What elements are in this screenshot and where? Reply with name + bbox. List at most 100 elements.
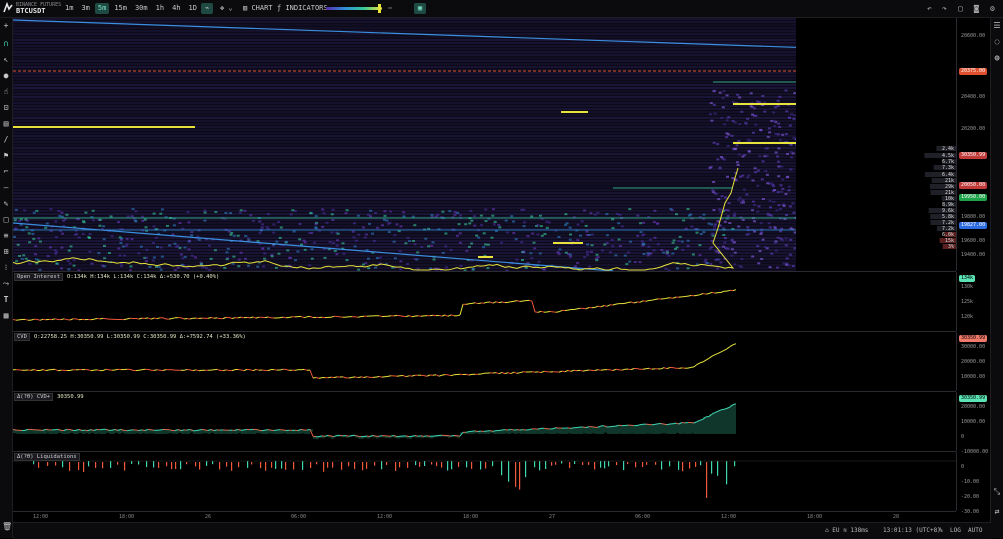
series-segment <box>733 344 736 345</box>
series-segment <box>190 370 193 371</box>
crosshair-icon[interactable]: ✥ ⌄ <box>220 3 233 14</box>
heat-cell <box>44 227 47 229</box>
heat-cell <box>601 250 604 252</box>
crosshair-tool-icon[interactable]: + <box>2 22 10 30</box>
timeframe-4h[interactable]: 4h <box>169 3 183 14</box>
liquidations-pane[interactable] <box>13 452 956 512</box>
heat-cell <box>757 262 760 264</box>
shuffle-icon[interactable]: ⇄ <box>993 508 1001 516</box>
liquidations-axis[interactable]: 0-10.00-20.00-30.00 <box>956 452 990 511</box>
delta-cvd-title[interactable]: Δ(?θ) CVD+ <box>14 393 53 401</box>
series-segment <box>502 302 505 303</box>
camera-icon[interactable]: ◙ <box>974 3 979 14</box>
heat-cell <box>713 90 716 92</box>
timeframe-15m[interactable]: 15m <box>111 3 130 14</box>
timeframe-1D[interactable]: 1D <box>186 3 200 14</box>
heat-cell <box>480 224 483 226</box>
list-icon[interactable]: ☰ <box>993 22 1001 30</box>
time-tick: 12:00 <box>33 514 48 520</box>
series-segment <box>256 370 259 371</box>
symbol-selector[interactable]: BINANCE FUTURES BTCUSDT <box>16 2 61 14</box>
series-segment <box>493 302 496 304</box>
heat-cell <box>28 263 31 265</box>
heat-cell <box>736 94 739 96</box>
lock-tool-icon[interactable]: ⊡ <box>2 104 10 112</box>
horizontal-line-tool-icon[interactable]: — <box>2 184 10 192</box>
heatmap-pane[interactable] <box>13 18 956 272</box>
cvd-title[interactable]: CVD <box>14 333 30 341</box>
heat-cell <box>475 235 478 237</box>
cvd-axis[interactable]: 30000.0020000.0010000.0030350.99 <box>956 332 990 391</box>
heat-cell <box>290 213 293 215</box>
expand-icon[interactable]: ⇔ <box>388 3 392 14</box>
series-segment <box>697 295 700 296</box>
heat-cell <box>505 220 508 222</box>
table-tool-icon[interactable]: ▦ <box>2 312 10 320</box>
series-segment <box>388 316 391 317</box>
timeframe-1m[interactable]: 1m <box>62 3 76 14</box>
trendline-tool-icon[interactable]: / <box>2 136 10 144</box>
slider-knob[interactable] <box>378 4 381 13</box>
hand-tool-icon[interactable]: ☝ <box>2 88 10 96</box>
heat-cell <box>459 214 462 216</box>
redo-icon[interactable]: ↷ <box>942 3 947 14</box>
pin-icon[interactable]: ◍ <box>993 54 1001 62</box>
fib-tool-icon[interactable]: ≡ <box>2 232 10 240</box>
timeframe-5m[interactable]: 5m <box>95 3 109 14</box>
ruler-tool-icon[interactable]: ⌐ <box>2 168 10 176</box>
chat-icon[interactable]: ◌ <box>993 38 1001 46</box>
brush-tool-icon[interactable]: ✎ <box>2 200 10 208</box>
delete-all-icon[interactable]: 🗑 <box>2 523 10 531</box>
open-interest-title[interactable]: Open Interest <box>14 273 63 281</box>
time-axis[interactable]: 12:0018:002606:0012:0018:002706:0012:001… <box>13 512 956 522</box>
heat-cell <box>712 181 715 183</box>
cvd-pane[interactable] <box>13 332 956 392</box>
resize-icon[interactable]: ⤡ <box>993 488 1001 496</box>
undo-icon[interactable]: ↶ <box>927 3 932 14</box>
series-segment <box>721 350 724 352</box>
percent-toggle[interactable]: % <box>939 527 943 534</box>
price-axis[interactable]: 20600.0020400.0020200.0019800.0019600.00… <box>956 18 990 271</box>
series-segment <box>535 312 538 313</box>
area-fill <box>46 429 49 433</box>
layout-icon[interactable]: ▣ <box>414 3 426 14</box>
timeframe-1h[interactable]: 1h <box>153 3 167 14</box>
flag-tool-icon[interactable]: ⚑ <box>2 152 10 160</box>
oi-axis[interactable]: 130k125k120k134k <box>956 272 990 331</box>
series-segment <box>448 315 451 316</box>
liquidation-bar <box>146 461 147 467</box>
chart-button[interactable]: ▥ CHART <box>243 3 273 14</box>
open-interest-pane[interactable] <box>13 272 956 332</box>
chart-mode-icon[interactable]: ⌁ <box>201 3 213 14</box>
delta-cvd-legend: Δ(?θ) CVD+ 30350.99 <box>14 393 84 401</box>
clock-label[interactable]: 13:01:13 (UTC+8) <box>883 527 941 534</box>
log-toggle[interactable]: LOG <box>950 527 961 534</box>
fullscreen-icon[interactable]: ▢ <box>958 3 963 14</box>
auto-toggle[interactable]: AUTO <box>968 527 982 534</box>
liquidations-title[interactable]: Δ(?θ) Liquidations <box>14 453 80 461</box>
series-segment <box>520 301 523 302</box>
heat-cell <box>23 209 26 211</box>
settings-icon[interactable]: ⚙ <box>990 3 995 14</box>
heat-cell <box>262 266 265 268</box>
cursor-tool-icon[interactable]: ↖ <box>2 56 10 64</box>
delta-cvd-pane[interactable] <box>13 392 956 452</box>
series-segment <box>460 304 463 315</box>
liquidation-bar <box>275 461 276 469</box>
heat-cell <box>788 189 791 191</box>
timeframe-3m[interactable]: 3m <box>78 3 92 14</box>
vertical-line-tool-icon[interactable]: ⁝ <box>2 264 10 272</box>
indicators-button[interactable]: ƒ INDICATORS <box>277 3 328 14</box>
text-tool-icon[interactable]: T <box>2 296 10 304</box>
magnet-tool-icon[interactable]: ∩ <box>2 40 10 48</box>
timeframe-30m[interactable]: 30m <box>132 3 151 14</box>
delta-cvd-axis[interactable]: 20000.0010000.000-10000.0030350.99 <box>956 392 990 451</box>
rectangle-tool-icon[interactable]: □ <box>2 216 10 224</box>
trash-tool-icon[interactable]: ▤ <box>2 120 10 128</box>
grid-tool-icon[interactable]: ⊞ <box>2 248 10 256</box>
heatmap-intensity-slider[interactable] <box>326 7 382 10</box>
path-tool-icon[interactable]: ⤳ <box>2 280 10 288</box>
heat-cell <box>203 210 206 212</box>
dot-tool-icon[interactable]: ● <box>2 72 10 80</box>
series-segment <box>571 370 574 371</box>
